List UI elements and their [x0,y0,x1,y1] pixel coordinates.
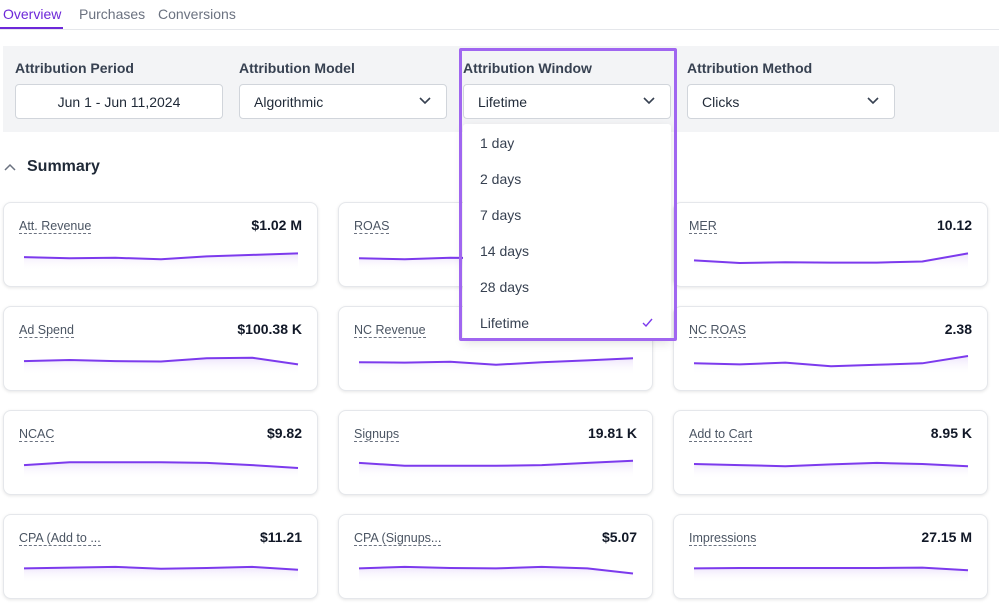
attribution-window-select[interactable]: Lifetime [463,84,671,119]
active-tab-indicator [0,27,63,29]
metric-card-ncac[interactable]: NCAC $9.82 [3,410,318,495]
sparkline-chart [358,357,634,375]
metric-value: $5.07 [601,529,637,545]
metric-title[interactable]: CPA (Add to ... [19,531,101,546]
option-label: 14 days [480,243,530,259]
window-option-lifetime[interactable]: Lifetime [463,305,671,341]
window-option-2-days[interactable]: 2 days [463,161,671,197]
chevron-up-icon [4,163,16,171]
metric-title[interactable]: CPA (Signups... [354,531,442,546]
chevron-down-icon [867,97,879,105]
tab-overview[interactable]: Overview [3,6,61,22]
metric-value: $11.21 [259,529,302,545]
attribution-period-filter: Attribution Period Jun 1 - Jun 11,2024 [15,60,223,119]
attribution-model-label: Attribution Model [239,60,355,76]
window-option-1-day[interactable]: 1 day [463,125,671,161]
sparkline-area [694,567,968,583]
metric-title[interactable]: Impressions [689,531,757,546]
sparkline-chart [693,566,969,583]
sparkline-line [693,252,969,264]
metric-card-cpa-signups[interactable]: CPA (Signups... $5.07 [338,514,653,599]
metric-card-mer[interactable]: MER 10.12 [673,202,988,287]
metric-value: 8.95 K [930,425,972,441]
sparkline-chart [23,565,299,583]
tab-conversions[interactable]: Conversions [158,6,236,22]
attribution-model-select[interactable]: Algorithmic [239,84,447,119]
metric-value: 2.38 [944,321,972,337]
metric-card-add-to-cart[interactable]: Add to Cart 8.95 K [673,410,988,495]
metric-title[interactable]: Ad Spend [19,323,74,338]
attribution-window-filter: Attribution Window Lifetime [463,60,671,119]
summary-title: Summary [27,158,100,175]
attribution-method-value: Clicks [702,93,740,110]
sparkline-chart [693,252,969,271]
metric-value: $9.82 [266,425,302,441]
metric-title[interactable]: NC ROAS [689,323,746,338]
tab-bar: Overview Purchases Conversions [0,0,999,30]
attribution-period-picker[interactable]: Jun 1 - Jun 11,2024 [15,84,223,119]
metric-value: $100.38 K [237,321,302,337]
attribution-filter-bar: Attribution Period Jun 1 - Jun 11,2024 A… [3,46,999,132]
metric-title[interactable]: MER [689,219,717,234]
metric-card-impressions[interactable]: Impressions 27.15 M [673,514,988,599]
attribution-period-value: Jun 1 - Jun 11,2024 [57,93,181,110]
metric-card-signups[interactable]: Signups 19.81 K [338,410,653,495]
sparkline-chart [23,356,299,375]
window-option-28-days[interactable]: 28 days [463,269,671,305]
option-label: 28 days [480,279,530,295]
metric-value: 10.12 [936,217,972,233]
tab-purchases[interactable]: Purchases [79,6,145,22]
attribution-method-filter: Attribution Method Clicks [687,60,895,119]
attribution-window-dropdown: 1 day 2 days 7 days 14 days 28 days Life… [463,124,671,339]
metric-title[interactable]: NC Revenue [354,323,426,338]
sparkline-chart [693,355,969,375]
metric-value: $1.02 M [251,217,302,233]
sparkline-chart [23,252,299,271]
chevron-down-icon [419,97,431,105]
sparkline-chart [358,459,634,479]
sparkline-area [24,253,298,271]
attribution-window-value: Lifetime [478,93,528,110]
metric-title[interactable]: NCAC [19,427,55,442]
metric-card-nc-roas[interactable]: NC ROAS 2.38 [673,306,988,391]
attribution-method-select[interactable]: Clicks [687,84,895,119]
attribution-period-label: Attribution Period [15,60,134,76]
metric-title[interactable]: Signups [354,427,400,442]
option-label: 7 days [480,207,522,223]
metric-card-ad-spend[interactable]: Ad Spend $100.38 K [3,306,318,391]
option-label: 1 day [480,135,515,151]
metric-value: 19.81 K [587,425,637,441]
metric-title[interactable]: ROAS [354,219,390,234]
attribution-model-filter: Attribution Model Algorithmic [239,60,447,119]
attribution-window-label: Attribution Window [463,60,592,76]
metric-card-cpa-add-to[interactable]: CPA (Add to ... $11.21 [3,514,318,599]
sparkline-chart [23,461,299,479]
metric-title[interactable]: Add to Cart [689,427,753,442]
chevron-down-icon [643,97,655,105]
window-option-7-days[interactable]: 7 days [463,197,671,233]
metric-title[interactable]: Att. Revenue [19,219,92,234]
attribution-model-value: Algorithmic [254,93,324,110]
metric-value: 27.15 M [921,529,972,545]
sparkline-chart [358,565,634,583]
sparkline-chart [693,461,969,479]
summary-section-toggle[interactable]: Summary [4,158,100,176]
check-icon [642,318,653,327]
option-label: Lifetime [480,315,530,331]
window-option-14-days[interactable]: 14 days [463,233,671,269]
attribution-method-label: Attribution Method [687,60,813,76]
option-label: 2 days [480,171,522,187]
metric-card-att-revenue[interactable]: Att. Revenue $1.02 M [3,202,318,287]
